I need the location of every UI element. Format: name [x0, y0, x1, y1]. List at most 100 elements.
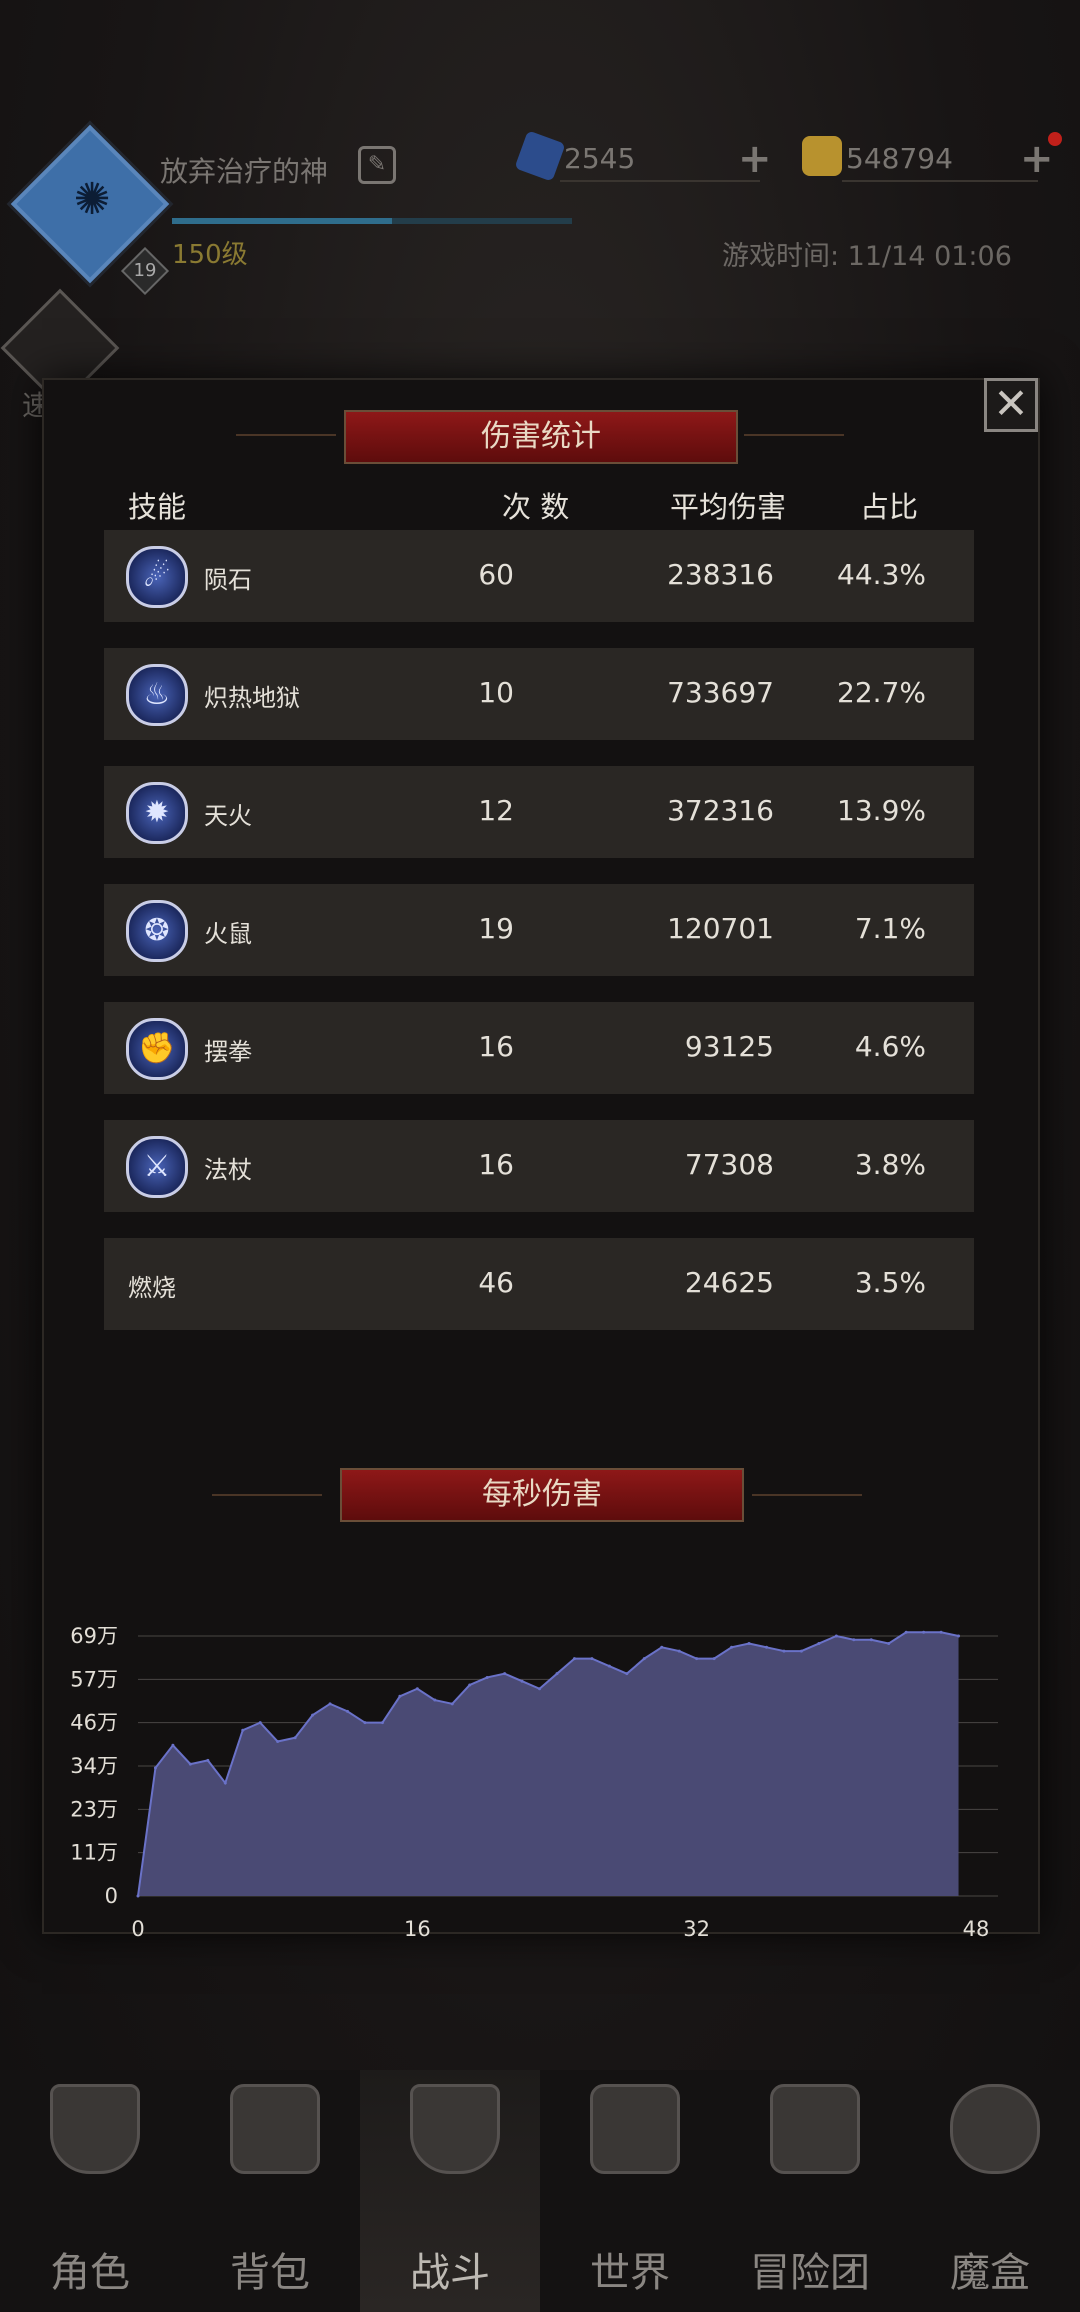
y-tick-label: 11万 — [70, 1841, 118, 1865]
skill-percent: 13.9% — [837, 794, 926, 827]
nav-label: 背包 — [230, 2250, 310, 2296]
bottom-nav: 角色 背包 战斗 世界 冒险团 魔盒 — [0, 2070, 1080, 2312]
dps-divider-right — [752, 1494, 862, 1496]
xp-bar — [172, 218, 572, 224]
dps-point — [834, 1634, 838, 1638]
dps-area — [138, 1632, 959, 1896]
dps-point — [922, 1630, 926, 1634]
dps-point — [555, 1672, 559, 1676]
dps-point — [153, 1766, 157, 1770]
skill-row: ✊ 摆拳 16 93125 4.6% — [104, 1002, 974, 1094]
player-level: 150级 — [172, 240, 248, 270]
gold-count: 548794 — [846, 142, 953, 175]
dps-point — [223, 1781, 227, 1785]
nav-item-character[interactable]: 角色 — [0, 2070, 180, 2312]
nav-label: 魔盒 — [950, 2250, 1030, 2296]
dps-point — [817, 1642, 821, 1646]
gem-underline — [560, 180, 760, 182]
skill-percent: 3.8% — [854, 1148, 926, 1181]
col-skill-header: 技能 — [128, 490, 187, 524]
nav-label: 战斗 — [410, 2250, 490, 2296]
dps-point — [625, 1672, 629, 1676]
y-tick-label: 69万 — [70, 1624, 118, 1648]
dps-point — [590, 1657, 594, 1661]
player-name: 放弃治疗的神 — [160, 155, 329, 188]
dps-point — [188, 1762, 192, 1766]
dps-point — [904, 1630, 908, 1634]
skill-name: 火鼠 — [204, 920, 252, 948]
game-time: 游戏时间: 11/14 01:06 — [722, 241, 1012, 272]
dps-point — [136, 1894, 140, 1898]
y-tick-label: 0 — [105, 1884, 118, 1908]
dps-point — [346, 1709, 349, 1713]
gold-icon — [802, 136, 842, 176]
dps-point — [520, 1679, 524, 1683]
col-pct-header: 占比 — [860, 490, 919, 524]
castle-icon — [770, 2084, 860, 2174]
dps-point — [939, 1630, 943, 1634]
nav-label: 冒险团 — [750, 2250, 870, 2296]
dps-title: 每秒伤害 — [340, 1468, 744, 1522]
dps-point — [380, 1721, 384, 1725]
dps-point — [293, 1736, 297, 1740]
dps-point — [799, 1649, 803, 1653]
dps-point — [765, 1645, 768, 1649]
dps-point — [398, 1694, 402, 1698]
nav-item-magic-box[interactable]: 魔盒 — [900, 2070, 1080, 2312]
dps-point — [503, 1672, 507, 1676]
dps-point — [206, 1758, 210, 1762]
dps-point — [241, 1728, 245, 1732]
dps-point — [485, 1675, 489, 1679]
x-tick-label: 16 — [404, 1917, 431, 1941]
nav-item-backpack[interactable]: 背包 — [180, 2070, 360, 2312]
dps-point — [258, 1721, 262, 1725]
edit-name-icon[interactable]: ✎ — [358, 146, 396, 184]
dps-point — [695, 1657, 699, 1661]
x-tick-label: 0 — [131, 1917, 144, 1941]
dps-point — [957, 1634, 961, 1638]
dps-point — [887, 1642, 891, 1646]
damage-stats-title: 伤害统计 — [344, 410, 738, 464]
dps-point — [869, 1638, 873, 1642]
gold-underline — [842, 180, 1038, 182]
helmet-icon — [50, 2084, 140, 2174]
skill-name: 燃烧 — [128, 1274, 176, 1302]
skill-percent: 4.6% — [854, 1030, 926, 1063]
skill-avg-damage: 93125 — [684, 1030, 774, 1063]
dps-point — [852, 1638, 856, 1642]
dps-area-chart: 0 11万 23万 34万 46万 57万 69万 0 16 32 48 — [70, 1624, 998, 1941]
dps-point — [572, 1657, 576, 1661]
demon-crest-icon: ✺ — [73, 174, 111, 225]
skill-percent: 3.5% — [854, 1266, 926, 1299]
notification-dot — [1048, 132, 1062, 146]
dps-point — [328, 1702, 332, 1706]
dps-point — [712, 1657, 716, 1661]
banner-divider-right — [744, 434, 844, 436]
dps-point — [433, 1698, 437, 1702]
skill-name: 摆拳 — [204, 1038, 252, 1066]
magic-box-icon — [950, 2084, 1040, 2174]
sword-shield-icon — [410, 2084, 500, 2174]
col-count-header: 次 数 — [502, 490, 570, 524]
skill-name: 陨石 — [204, 566, 252, 594]
nav-item-world[interactable]: 世界 — [540, 2070, 720, 2312]
x-tick-label: 48 — [963, 1917, 990, 1941]
add-gem-icon[interactable]: + — [738, 136, 772, 182]
fire-rat-icon: ❂ — [126, 900, 188, 962]
dps-point — [730, 1645, 734, 1649]
nav-label: 角色 — [50, 2250, 130, 2296]
nav-item-adventure-team[interactable]: 冒险团 — [720, 2070, 900, 2312]
skill-row: ⚔ 法杖 16 77308 3.8% — [104, 1120, 974, 1212]
dps-point — [363, 1721, 367, 1725]
sky-fire-icon: ✹ — [126, 782, 188, 844]
skill-avg-damage: 238316 — [667, 558, 774, 591]
skill-name: 天火 — [204, 802, 252, 830]
dps-point — [171, 1743, 175, 1747]
nav-item-battle[interactable]: 战斗 — [360, 2070, 540, 2312]
close-icon[interactable]: ✕ — [984, 378, 1038, 432]
y-tick-label: 34万 — [70, 1754, 118, 1778]
y-tick-label: 57万 — [70, 1667, 118, 1691]
dps-point — [607, 1664, 611, 1668]
y-tick-label: 46万 — [70, 1711, 118, 1735]
map-scroll-icon — [590, 2084, 680, 2174]
